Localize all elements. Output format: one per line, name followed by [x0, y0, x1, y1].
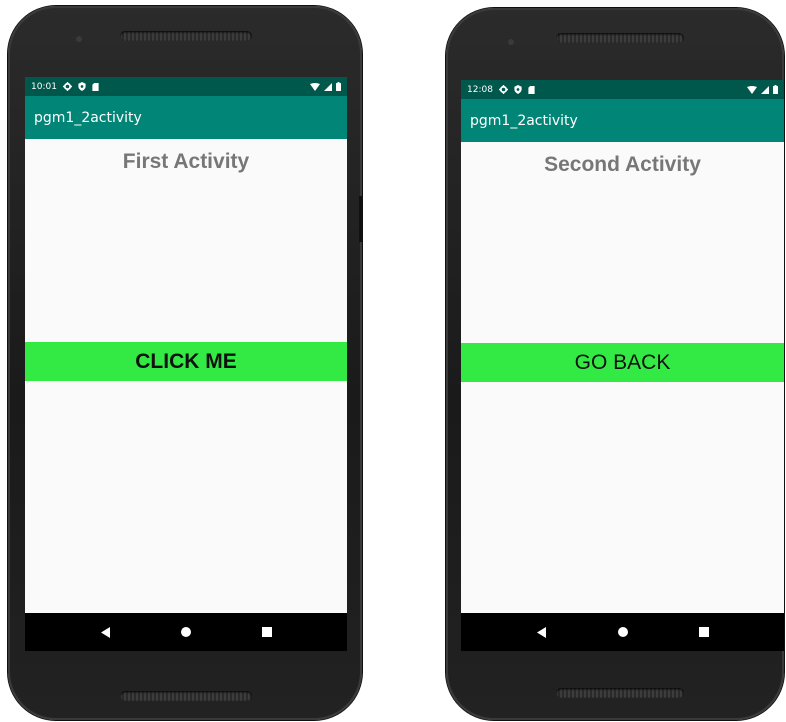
navigation-bar	[461, 613, 784, 651]
home-icon[interactable]	[171, 617, 201, 647]
status-time: 10:01	[31, 81, 57, 92]
wifi-icon	[747, 85, 757, 94]
go-back-button[interactable]: GO BACK	[461, 343, 784, 382]
top-speaker	[556, 33, 684, 43]
battery-icon	[773, 85, 778, 94]
battery-icon	[336, 82, 341, 91]
front-camera	[508, 39, 514, 45]
activity-content: First Activity CLICK ME	[25, 139, 347, 613]
activity-title: Second Activity	[544, 153, 701, 176]
home-icon[interactable]	[608, 617, 638, 647]
back-icon[interactable]	[90, 617, 120, 647]
signal-icon	[324, 82, 332, 91]
recents-icon[interactable]	[689, 617, 719, 647]
power-button	[359, 196, 362, 242]
signal-icon	[761, 85, 769, 94]
click-me-button[interactable]: CLICK ME	[25, 342, 347, 381]
app-bar: pgm1_2activity	[461, 99, 784, 142]
gear-icon	[498, 85, 508, 94]
sd-card-icon	[528, 85, 535, 94]
screen: 10:01 pgm1_2activity First Activity CLIC…	[25, 77, 347, 651]
shield-icon	[78, 82, 86, 91]
gear-icon	[62, 82, 72, 91]
app-title: pgm1_2activity	[470, 112, 578, 129]
app-bar: pgm1_2activity	[25, 96, 347, 139]
status-bar: 12:08	[461, 80, 784, 99]
status-bar: 10:01	[25, 77, 347, 96]
phone-second-activity: 12:08 pgm1_2activity Second Activity GO …	[446, 8, 784, 720]
sd-card-icon	[92, 82, 99, 91]
phone-first-activity: 10:01 pgm1_2activity First Activity CLIC…	[8, 6, 362, 720]
recents-icon[interactable]	[252, 617, 282, 647]
activity-title: First Activity	[122, 150, 250, 173]
activity-content: Second Activity GO BACK	[461, 142, 784, 613]
front-camera	[76, 36, 82, 42]
shield-icon	[514, 85, 522, 94]
screen: 12:08 pgm1_2activity Second Activity GO …	[461, 80, 784, 651]
wifi-icon	[310, 82, 320, 91]
navigation-bar	[25, 613, 347, 651]
app-title: pgm1_2activity	[34, 109, 142, 126]
top-speaker	[120, 31, 252, 41]
back-icon[interactable]	[527, 617, 557, 647]
bottom-speaker	[556, 688, 684, 698]
status-time: 12:08	[467, 84, 493, 95]
bottom-speaker	[120, 691, 252, 701]
